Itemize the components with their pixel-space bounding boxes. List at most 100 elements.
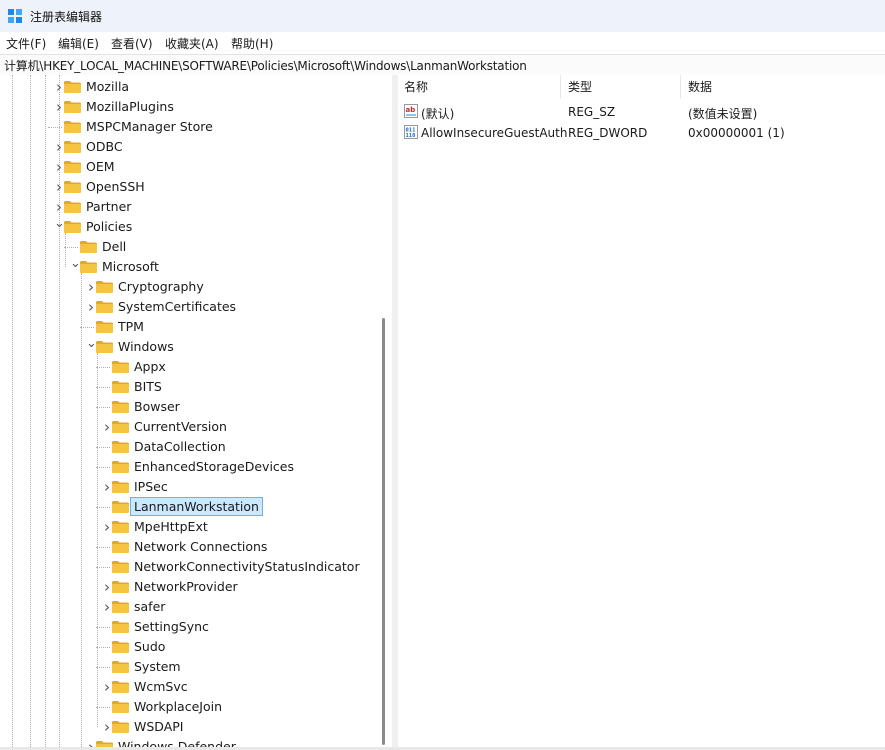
value-list[interactable]: 名称 类型 数据 ab (默认) REG_SZ (数值未设置) 011 110 … (398, 75, 885, 747)
column-header-name[interactable]: 名称 (404, 75, 428, 99)
tree-item-mspcmanager-store[interactable]: MSPCManager Store (48, 117, 370, 137)
tree-item-label: safer (134, 599, 166, 614)
tree-connector (96, 397, 112, 417)
value-row[interactable]: ab (默认) REG_SZ (数值未设置) (398, 102, 885, 122)
tree-item-enhancedstoragedevices[interactable]: EnhancedStorageDevices (96, 457, 370, 477)
tree-connector (96, 697, 112, 717)
tree-item-currentversion[interactable]: › CurrentVersion (102, 417, 370, 437)
key-tree[interactable]: › Mozilla › MozillaPlugins MSPCManager Store… (0, 75, 392, 747)
address-path[interactable]: 计算机\HKEY_LOCAL_MACHINE\SOFTWARE\Policies… (4, 57, 527, 74)
tree-item-oem[interactable]: › OEM (54, 157, 370, 177)
tree-item-windows-defender[interactable]: › Windows Defender (86, 737, 370, 747)
tree-item-label: SystemCertificates (118, 299, 237, 314)
tree-item-cryptography[interactable]: › Cryptography (86, 277, 370, 297)
chevron-down-icon[interactable]: ⌄ (86, 337, 97, 357)
tree-item-bowser[interactable]: Bowser (96, 397, 370, 417)
chevron-right-icon[interactable]: › (86, 297, 96, 317)
tree-item-dell[interactable]: Dell (64, 237, 370, 257)
menu-favorites[interactable]: 收藏夹(A) (165, 35, 219, 52)
tree-scrollbar-thumb[interactable] (382, 318, 385, 745)
tree-item-odbc[interactable]: › ODBC (54, 137, 370, 157)
chevron-down-icon[interactable]: ⌄ (70, 257, 81, 277)
menu-help[interactable]: 帮助(H) (231, 35, 273, 52)
tree-item-openssh[interactable]: › OpenSSH (54, 177, 370, 197)
tree-item-label: WorkplaceJoin (134, 699, 223, 714)
column-separator[interactable] (560, 75, 561, 99)
tree-item-bits[interactable]: BITS (96, 377, 370, 397)
tree-item-wsdapi[interactable]: › WSDAPI (102, 717, 370, 737)
tree-item-networkconnectivitystatusindicator[interactable]: NetworkConnectivityStatusIndicator (96, 557, 370, 577)
folder-icon (112, 521, 129, 533)
address-bar[interactable]: 计算机\HKEY_LOCAL_MACHINE\SOFTWARE\Policies… (0, 54, 885, 76)
chevron-right-icon[interactable]: › (54, 97, 64, 117)
tree-item-network-connections[interactable]: Network Connections (96, 537, 370, 557)
title-bar: 注册表编辑器 (0, 0, 885, 32)
tree-item-windows[interactable]: ⌄ Windows (86, 337, 370, 357)
folder-icon (112, 441, 129, 453)
tree-item-label: MSPCManager Store (86, 119, 213, 134)
tree-connector (64, 237, 80, 257)
chevron-right-icon[interactable]: › (54, 197, 64, 217)
chevron-right-icon[interactable]: › (102, 677, 112, 697)
tree-item-mozilla[interactable]: › Mozilla (54, 77, 370, 97)
tree-item-appx[interactable]: Appx (96, 357, 370, 377)
tree-item-ipsec[interactable]: › IPSec (102, 477, 370, 497)
tree-item-partner[interactable]: › Partner (54, 197, 370, 217)
folder-icon (112, 461, 129, 473)
folder-icon (112, 601, 129, 613)
tree-guide-line (97, 353, 98, 727)
chevron-right-icon[interactable]: › (54, 157, 64, 177)
tree-item-microsoft[interactable]: ⌄ Microsoft (70, 257, 370, 277)
menu-view[interactable]: 查看(V) (111, 35, 153, 52)
chevron-right-icon[interactable]: › (86, 737, 96, 747)
chevron-right-icon[interactable]: › (54, 77, 64, 97)
tree-item-systemcertificates[interactable]: › SystemCertificates (86, 297, 370, 317)
folder-icon (64, 201, 81, 213)
tree-connector (96, 537, 112, 557)
tree-item-settingsync[interactable]: SettingSync (96, 617, 370, 637)
tree-item-policies[interactable]: ⌄ Policies (54, 217, 370, 237)
tree-item-lanmanworkstation[interactable]: LanmanWorkstation (96, 497, 370, 517)
chevron-right-icon[interactable]: › (102, 417, 112, 437)
folder-icon (112, 621, 129, 633)
tree-item-mpehttpext[interactable]: › MpeHttpExt (102, 517, 370, 537)
chevron-right-icon[interactable]: › (54, 177, 64, 197)
tree-item-networkprovider[interactable]: › NetworkProvider (102, 577, 370, 597)
chevron-right-icon[interactable]: › (102, 717, 112, 737)
tree-guide-line (96, 547, 110, 548)
chevron-right-icon[interactable]: › (54, 137, 64, 157)
window-title: 注册表编辑器 (30, 10, 103, 24)
folder-icon (96, 301, 113, 313)
value-name: (默认) (421, 107, 455, 121)
tree-guide-line (96, 407, 110, 408)
tree-item-mozillaplugins[interactable]: › MozillaPlugins (54, 97, 370, 117)
chevron-right-icon[interactable]: › (102, 477, 112, 497)
menu-edit[interactable]: 编辑(E) (58, 35, 99, 52)
value-type: REG_SZ (568, 105, 616, 119)
tree-item-label: Windows (118, 339, 174, 354)
tree-item-datacollection[interactable]: DataCollection (96, 437, 370, 457)
column-header-type[interactable]: 类型 (568, 75, 592, 99)
menu-file[interactable]: 文件(F) (6, 35, 46, 52)
column-header-data[interactable]: 数据 (688, 75, 712, 99)
tree-item-wcmsvc[interactable]: › WcmSvc (102, 677, 370, 697)
chevron-down-icon[interactable]: ⌄ (54, 217, 65, 237)
tree-item-system[interactable]: System (96, 657, 370, 677)
tree-guide-line (96, 387, 110, 388)
tree-connector (96, 377, 112, 397)
tree-item-workplacejoin[interactable]: WorkplaceJoin (96, 697, 370, 717)
chevron-right-icon[interactable]: › (102, 517, 112, 537)
tree-guide-line (30, 75, 31, 747)
menu-bar: 文件(F) 编辑(E) 查看(V) 收藏夹(A) 帮助(H) (0, 32, 885, 54)
chevron-right-icon[interactable]: › (102, 597, 112, 617)
tree-item-sudo[interactable]: Sudo (96, 637, 370, 657)
tree-connector (96, 657, 112, 677)
tree-item-safer[interactable]: › safer (102, 597, 370, 617)
folder-icon (112, 661, 129, 673)
column-separator[interactable] (680, 75, 681, 99)
value-row[interactable]: 011 110 AllowInsecureGuestAuth REG_DWORD… (398, 123, 885, 143)
chevron-right-icon[interactable]: › (102, 577, 112, 597)
tree-item-label: DataCollection (134, 439, 226, 454)
tree-item-tpm[interactable]: TPM (80, 317, 370, 337)
chevron-right-icon[interactable]: › (86, 277, 96, 297)
